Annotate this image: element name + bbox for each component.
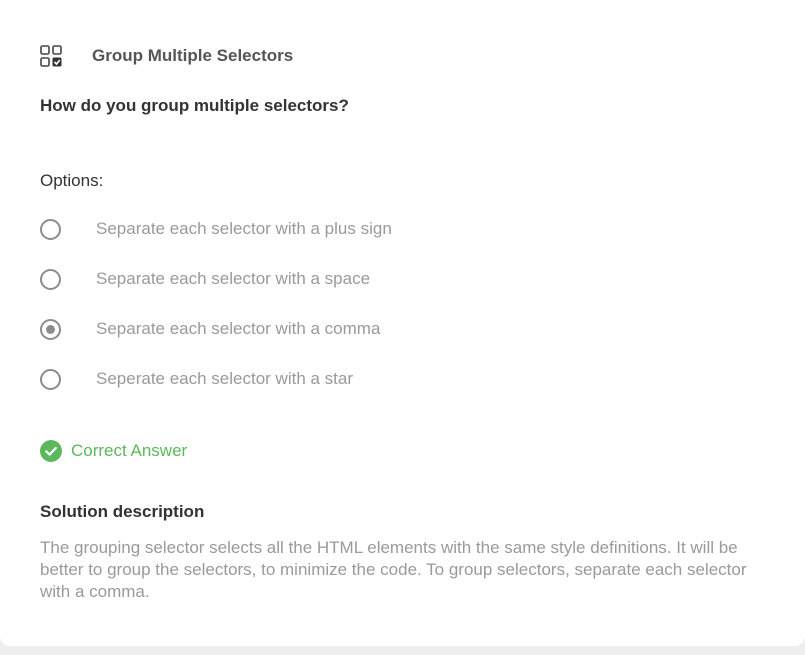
option-space[interactable]: Separate each selector with a space: [40, 266, 370, 292]
radio-button[interactable]: [40, 218, 61, 240]
radio-button[interactable]: [40, 368, 61, 390]
option-plus-sign[interactable]: Separate each selector with a plus sign: [40, 216, 392, 242]
grid-check-icon: [40, 45, 62, 67]
question-title: Group Multiple Selectors: [92, 46, 294, 65]
option-label: Seperate each selector with a star: [96, 369, 354, 388]
question-text: How do you group multiple selectors?: [40, 96, 349, 115]
correct-answer-label: Correct Answer: [71, 441, 188, 460]
option-label: Separate each selector with a space: [96, 269, 371, 288]
option-label: Separate each selector with a comma: [96, 319, 381, 338]
radio-button[interactable]: [40, 268, 61, 290]
option-label: Separate each selector with a plus sign: [96, 219, 392, 238]
solution-description: The grouping selector selects all the HT…: [40, 538, 747, 601]
option-comma[interactable]: Separate each selector with a comma: [40, 316, 380, 342]
result-indicator: Correct Answer: [40, 440, 187, 462]
options-label: Options:: [40, 171, 104, 190]
radio-button-selected[interactable]: [40, 318, 61, 340]
question-card: Group Multiple Selectors How do you grou…: [0, 0, 805, 646]
option-star[interactable]: Seperate each selector with a star: [40, 366, 353, 392]
question-header: Group Multiple Selectors: [40, 45, 293, 67]
solution-title: Solution description: [40, 502, 205, 521]
check-circle-icon: [40, 440, 62, 462]
